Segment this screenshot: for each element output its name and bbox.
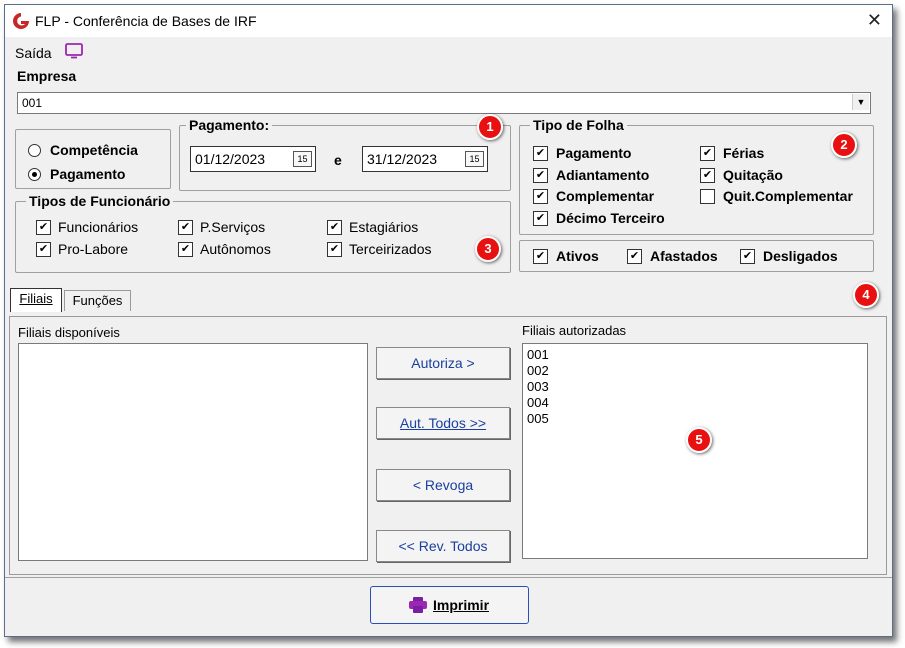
aut-todos-button-label: Aut. Todos >> xyxy=(399,415,487,431)
date-to-value: 31/12/2023 xyxy=(367,151,438,167)
list-item[interactable]: 005 xyxy=(527,411,863,427)
chk-folha-quit-complementar-label: Quit.Complementar xyxy=(723,188,853,204)
revoga-button[interactable]: < Revoga xyxy=(376,469,510,501)
empresa-value: 001 xyxy=(22,96,43,110)
tipo-folha-group: Tipo de Folha ✔ Pagamento ✔ Adiantamento… xyxy=(519,117,874,235)
pagamento-group-title: Pagamento: xyxy=(186,117,273,133)
list-item[interactable]: 001 xyxy=(527,347,863,363)
divider xyxy=(5,577,892,578)
chk-folha-pagamento-label: Pagamento xyxy=(556,145,632,161)
chk-pro-labore-label: Pro-Labore xyxy=(58,241,129,257)
autoriza-button-label: Autoriza > xyxy=(411,355,475,371)
tab-funcoes-label: Funções xyxy=(72,293,123,308)
date-range-separator: e xyxy=(334,152,342,168)
pagamento-group: Pagamento: 01/12/2023 15 e 31/12/2023 15 xyxy=(179,117,511,191)
date-to-field[interactable]: 31/12/2023 15 xyxy=(362,146,488,172)
tipo-folha-title: Tipo de Folha xyxy=(530,117,627,133)
chk-estagiarios-label: Estagiários xyxy=(349,219,419,235)
chk-pservicos[interactable]: ✔ xyxy=(178,220,193,235)
badge-1: 1 xyxy=(477,114,503,140)
badge-3: 3 xyxy=(475,236,501,262)
chk-ativos-label: Ativos xyxy=(556,248,599,264)
chk-ativos[interactable]: ✔ xyxy=(533,249,548,264)
periodo-radio-group: Competência Pagamento xyxy=(15,129,171,189)
pagamento-radio[interactable] xyxy=(28,168,41,181)
chk-afastados[interactable]: ✔ xyxy=(627,249,642,264)
chk-afastados-label: Afastados xyxy=(650,248,718,264)
filiais-autorizadas-label: Filiais autorizadas xyxy=(522,323,627,338)
tipos-funcionario-group: Tipos de Funcionário ✔ Funcionários ✔ Pr… xyxy=(15,193,511,273)
chk-terceirizados[interactable]: ✔ xyxy=(327,242,342,257)
pagamento-radio-label: Pagamento xyxy=(50,166,126,182)
app-logo-icon xyxy=(13,13,29,29)
menu-saida[interactable]: Saída xyxy=(15,45,52,61)
filiais-disponiveis-label: Filiais disponíveis xyxy=(18,325,120,340)
situacao-group: ✔ Ativos ✔ Afastados ✔ Desligados xyxy=(519,240,874,272)
revoga-button-label: < Revoga xyxy=(412,477,474,493)
chk-autonomos-label: Autônomos xyxy=(200,241,271,257)
imprimir-button[interactable]: Imprimir xyxy=(370,586,529,624)
competencia-radio[interactable] xyxy=(28,144,41,157)
calendar-icon[interactable]: 15 xyxy=(465,151,484,167)
chk-folha-pagamento[interactable]: ✔ xyxy=(533,146,548,161)
empresa-label: Empresa xyxy=(17,68,77,84)
list-item[interactable]: 002 xyxy=(527,363,863,379)
tab-funcoes[interactable]: Funções xyxy=(64,290,131,311)
title-bar: FLP - Conferência de Bases de IRF ✕ xyxy=(5,5,892,37)
chk-folha-decimo[interactable]: ✔ xyxy=(533,211,548,226)
chk-terceirizados-label: Terceirizados xyxy=(349,241,432,257)
chk-folha-complementar-label: Complementar xyxy=(556,188,655,204)
chk-folha-complementar[interactable]: ✔ xyxy=(533,189,548,204)
chk-folha-ferias[interactable]: ✔ xyxy=(700,146,715,161)
tipos-funcionario-title: Tipos de Funcionário xyxy=(26,193,174,209)
chk-folha-decimo-label: Décimo Terceiro xyxy=(556,210,665,226)
list-item[interactable]: 003 xyxy=(527,379,863,395)
app-window: FLP - Conferência de Bases de IRF ✕ Saíd… xyxy=(4,4,893,637)
chk-folha-adiantamento[interactable]: ✔ xyxy=(533,168,548,183)
chk-autonomos[interactable]: ✔ xyxy=(178,242,193,257)
badge-4: 4 xyxy=(853,282,879,308)
close-icon[interactable]: ✕ xyxy=(867,10,882,31)
chk-desligados[interactable]: ✔ xyxy=(740,249,755,264)
tab-filiais[interactable]: Filiais xyxy=(10,288,62,312)
date-from-field[interactable]: 01/12/2023 15 xyxy=(190,146,316,172)
menu-bar: Saída xyxy=(5,37,892,65)
chk-folha-ferias-label: Férias xyxy=(723,145,765,161)
calendar-icon[interactable]: 15 xyxy=(293,151,312,167)
competencia-label: Competência xyxy=(50,142,138,158)
chk-desligados-label: Desligados xyxy=(763,248,838,264)
tab-filiais-label: Filiais xyxy=(19,291,53,306)
chk-estagiarios[interactable]: ✔ xyxy=(327,220,342,235)
rev-todos-button-label: << Rev. Todos xyxy=(398,538,488,554)
badge-2: 2 xyxy=(831,132,857,158)
empresa-select[interactable]: 001 ▼ xyxy=(17,92,871,114)
imprimir-button-label: Imprimir xyxy=(433,597,490,613)
chevron-down-icon[interactable]: ▼ xyxy=(852,94,869,110)
chk-pservicos-label: P.Serviços xyxy=(200,219,266,235)
chk-funcionarios-label: Funcionários xyxy=(58,219,139,235)
list-item[interactable]: 004 xyxy=(527,395,863,411)
chk-folha-quit-complementar[interactable] xyxy=(700,189,715,204)
badge-5: 5 xyxy=(686,427,712,453)
chk-folha-quitacao-label: Quitação xyxy=(723,167,783,183)
printer-icon xyxy=(409,597,427,613)
window-title: FLP - Conferência de Bases de IRF xyxy=(35,13,257,29)
aut-todos-button[interactable]: Aut. Todos >> xyxy=(376,407,510,439)
chk-folha-adiantamento-label: Adiantamento xyxy=(556,167,650,183)
chk-folha-quitacao[interactable]: ✔ xyxy=(700,168,715,183)
chk-pro-labore[interactable]: ✔ xyxy=(36,242,51,257)
filiais-tab-panel: Filiais disponíveis Filiais autorizadas … xyxy=(9,316,887,575)
monitor-icon[interactable] xyxy=(65,43,83,59)
filiais-disponiveis-list[interactable] xyxy=(18,343,368,561)
chk-funcionarios[interactable]: ✔ xyxy=(36,220,51,235)
date-from-value: 01/12/2023 xyxy=(195,151,266,167)
rev-todos-button[interactable]: << Rev. Todos xyxy=(376,530,510,562)
autoriza-button[interactable]: Autoriza > xyxy=(376,347,510,379)
